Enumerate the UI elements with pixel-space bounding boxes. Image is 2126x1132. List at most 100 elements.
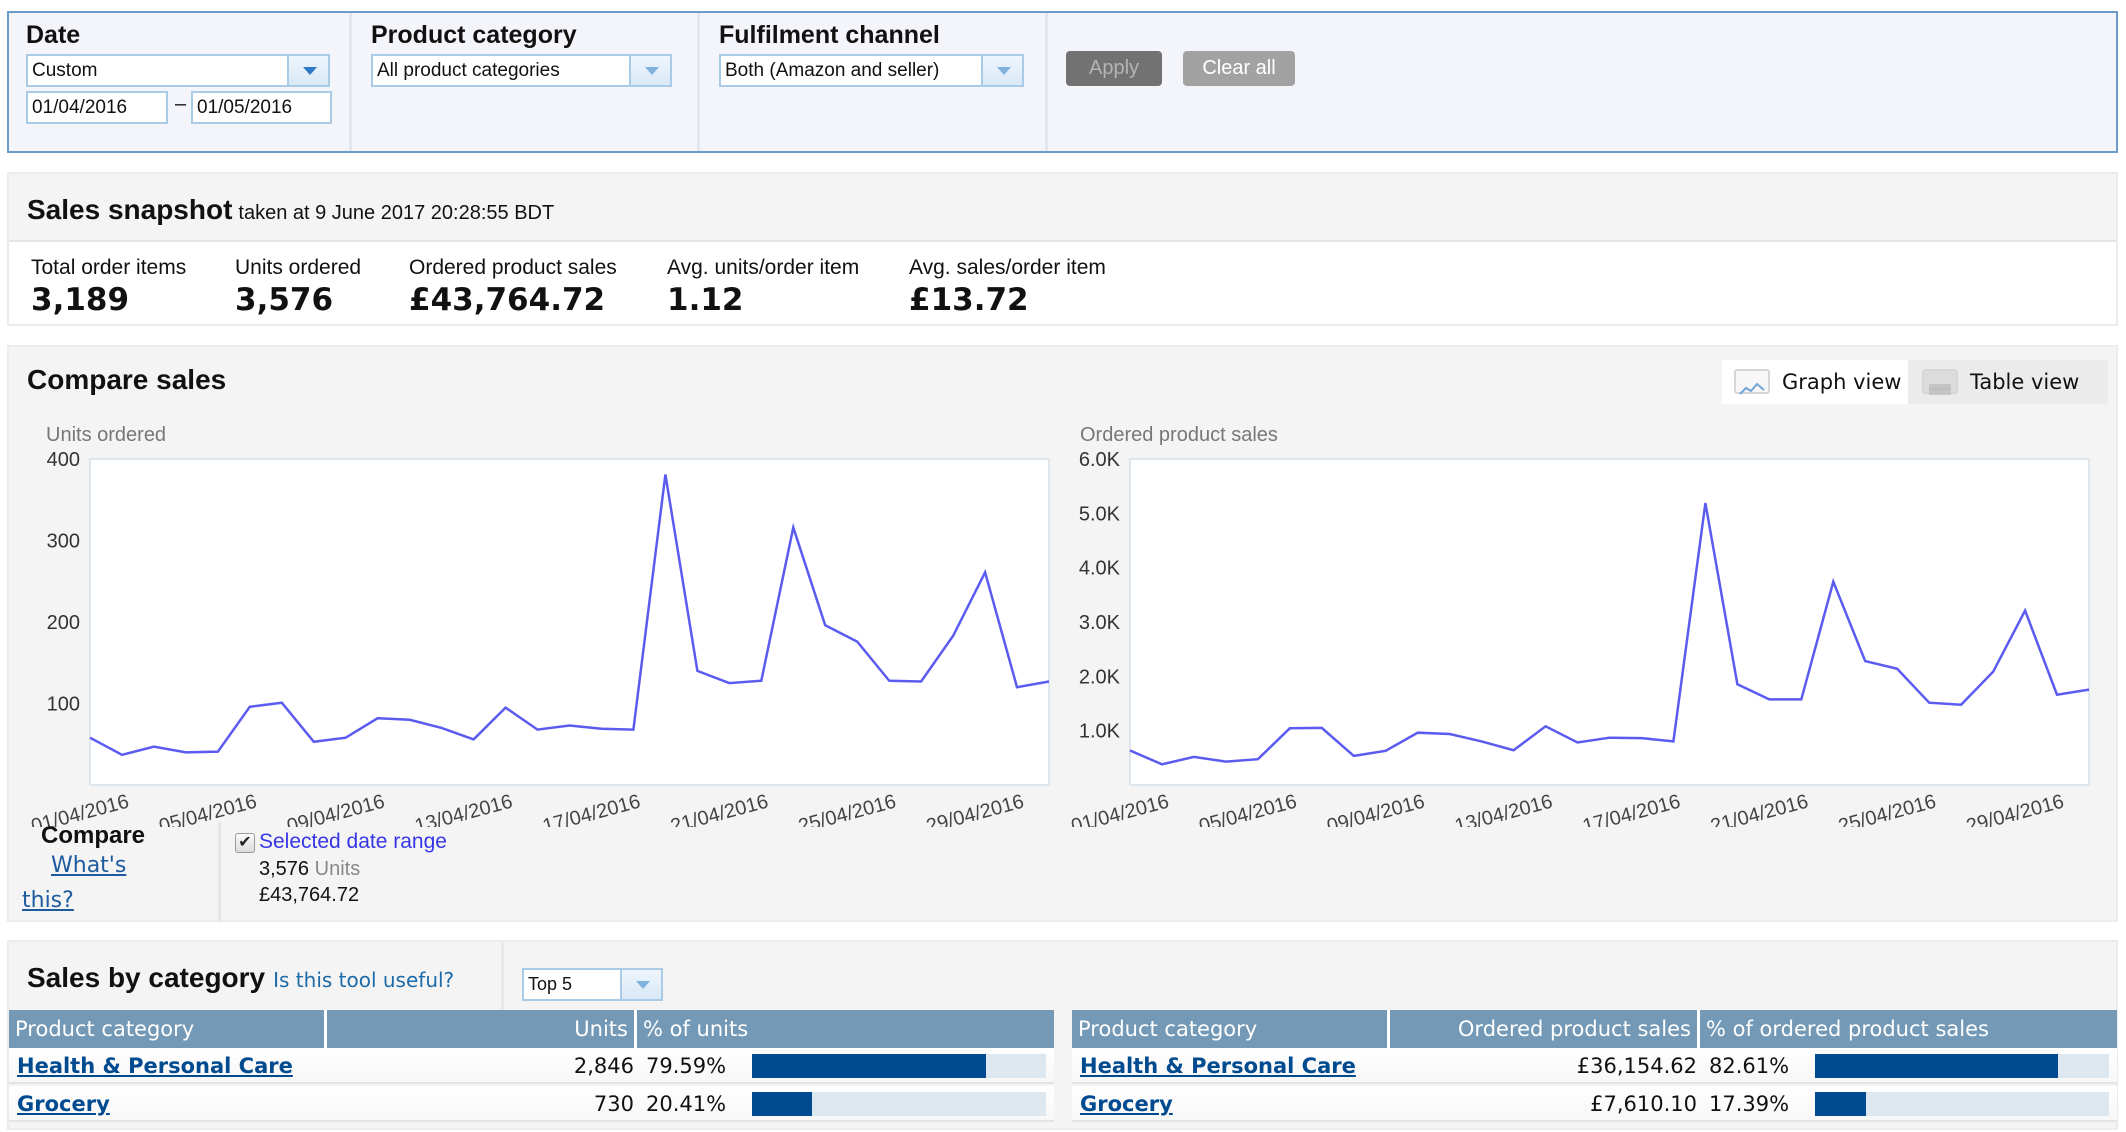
x-tick-label: 21/04/2016 — [668, 791, 770, 827]
tool-feedback-link[interactable]: Is this tool useful? — [273, 968, 454, 992]
data-point[interactable] — [982, 569, 988, 575]
data-point[interactable] — [1511, 747, 1517, 753]
top-n-select[interactable]: Top 5 — [522, 968, 663, 1001]
selected-date-range-checkbox[interactable]: ✔ — [235, 833, 255, 853]
category-link[interactable]: Health & Personal Care — [1080, 1048, 1356, 1084]
snapshot-timestamp: taken at 9 June 2017 20:28:55 BDT — [238, 202, 555, 224]
data-point[interactable] — [662, 471, 668, 477]
graph-view-button[interactable]: Graph view — [1722, 360, 1908, 404]
data-point[interactable] — [1255, 756, 1261, 762]
data-point[interactable] — [215, 749, 221, 755]
data-point[interactable] — [343, 735, 349, 741]
fulfilment-channel-select[interactable]: Both (Amazon and seller) — [719, 54, 1024, 87]
whats-this-link[interactable]: What's — [51, 853, 126, 878]
x-tick-label: 25/04/2016 — [1836, 791, 1938, 827]
data-point[interactable] — [1447, 731, 1453, 737]
data-point[interactable] — [1415, 730, 1421, 736]
data-point[interactable] — [1894, 666, 1900, 672]
chevron-down-icon[interactable] — [981, 56, 1022, 85]
column-header-units[interactable]: Units — [327, 1010, 637, 1048]
data-point[interactable] — [1287, 725, 1293, 731]
y-tick-label: 6.0K — [1079, 449, 1121, 471]
data-point[interactable] — [311, 739, 317, 745]
data-point[interactable] — [854, 639, 860, 645]
column-header-percent-sales[interactable]: % of ordered product sales — [1700, 1010, 2117, 1048]
date-range-select-value: Custom — [32, 60, 98, 81]
data-point[interactable] — [1734, 681, 1740, 687]
data-point[interactable] — [1319, 725, 1325, 731]
data-point[interactable] — [694, 668, 700, 674]
category-link[interactable]: Health & Personal Care — [17, 1048, 293, 1084]
column-header-percent-units[interactable]: % of units — [637, 1010, 1054, 1048]
data-point[interactable] — [1798, 696, 1804, 702]
data-point[interactable] — [1862, 658, 1868, 664]
data-point[interactable] — [822, 622, 828, 628]
data-point[interactable] — [567, 723, 573, 729]
data-point[interactable] — [1223, 759, 1229, 765]
y-tick-label: 3.0K — [1079, 612, 1121, 634]
category-link[interactable]: Grocery — [1080, 1086, 1173, 1122]
date-range-select[interactable]: Custom — [26, 54, 330, 87]
data-point[interactable] — [503, 705, 509, 711]
data-point[interactable] — [1191, 754, 1197, 760]
data-point[interactable] — [598, 726, 604, 732]
data-point[interactable] — [1638, 735, 1644, 741]
data-point[interactable] — [1990, 669, 1996, 675]
data-point[interactable] — [535, 727, 541, 733]
data-point[interactable] — [1766, 696, 1772, 702]
data-point[interactable] — [2054, 692, 2060, 698]
percent-bar-fill — [1815, 1054, 2058, 1078]
table-view-button[interactable]: Table view — [1908, 360, 2108, 404]
data-point[interactable] — [790, 524, 796, 530]
data-point[interactable] — [375, 715, 381, 721]
sales-chart-title: Ordered product sales — [1080, 424, 1278, 446]
date-from-input[interactable]: 01/04/2016 — [26, 91, 168, 124]
data-point[interactable] — [2086, 687, 2092, 693]
chevron-down-icon[interactable] — [620, 970, 661, 999]
top-n-select-value: Top 5 — [528, 974, 573, 994]
data-point[interactable] — [119, 752, 125, 758]
data-point[interactable] — [1575, 739, 1581, 745]
column-header-product-category[interactable]: Product category — [1072, 1010, 1390, 1048]
data-point[interactable] — [1014, 684, 1020, 690]
table-header: Product category Units % of units — [9, 1010, 1054, 1048]
data-point[interactable] — [1607, 735, 1613, 741]
data-point[interactable] — [151, 744, 157, 750]
data-point[interactable] — [1351, 753, 1357, 759]
chevron-down-icon[interactable] — [287, 56, 328, 85]
data-point[interactable] — [1926, 700, 1932, 706]
data-point[interactable] — [1383, 748, 1389, 754]
apply-button[interactable]: Apply — [1066, 51, 1162, 86]
data-point[interactable] — [2022, 608, 2028, 614]
data-point[interactable] — [758, 678, 764, 684]
category-link[interactable]: Grocery — [17, 1086, 110, 1122]
data-point[interactable] — [1543, 723, 1549, 729]
metric-label: Total order items — [31, 256, 187, 279]
data-point[interactable] — [279, 700, 285, 706]
data-point[interactable] — [247, 704, 253, 710]
data-point[interactable] — [1958, 702, 1964, 708]
column-header-ordered-product-sales[interactable]: Ordered product sales — [1390, 1010, 1700, 1048]
data-point[interactable] — [1702, 500, 1708, 506]
product-category-select[interactable]: All product categories — [371, 54, 672, 87]
clear-all-button[interactable]: Clear all — [1183, 51, 1295, 86]
data-point[interactable] — [1479, 738, 1485, 744]
whats-this-link-continued[interactable]: this? — [22, 888, 74, 913]
data-point[interactable] — [950, 633, 956, 639]
data-point[interactable] — [471, 736, 477, 742]
data-point[interactable] — [183, 749, 189, 755]
column-header-product-category[interactable]: Product category — [9, 1010, 327, 1048]
data-point[interactable] — [1670, 738, 1676, 744]
data-point[interactable] — [1127, 747, 1133, 753]
data-point[interactable] — [918, 678, 924, 684]
data-point[interactable] — [439, 725, 445, 731]
data-point[interactable] — [630, 727, 636, 733]
data-point[interactable] — [87, 735, 93, 741]
chevron-down-icon[interactable] — [629, 56, 670, 85]
date-to-input[interactable]: 01/05/2016 — [191, 91, 332, 124]
data-point[interactable] — [1830, 579, 1836, 585]
data-point[interactable] — [886, 678, 892, 684]
data-point[interactable] — [407, 717, 413, 723]
data-point[interactable] — [1159, 761, 1165, 767]
data-point[interactable] — [726, 680, 732, 686]
